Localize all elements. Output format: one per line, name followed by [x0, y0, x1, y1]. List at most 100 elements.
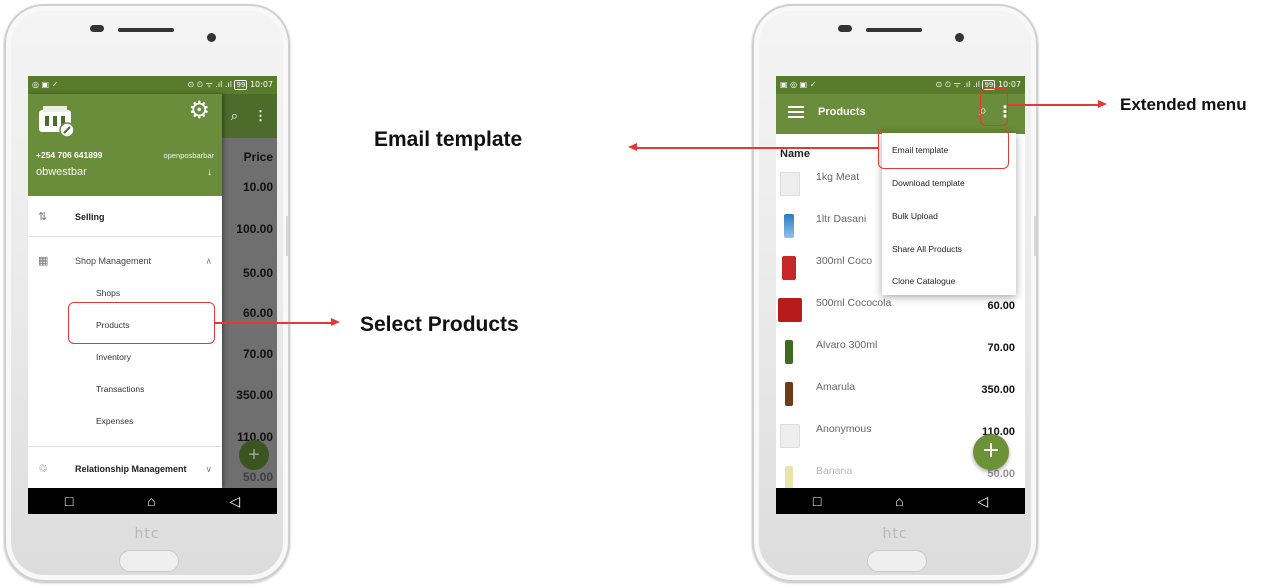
- menu-clone-catalogue[interactable]: Clone Catalogue: [892, 276, 955, 286]
- search-icon: ⌕: [230, 108, 238, 124]
- status-right: ⊙ ⏲ ᯤ .ıl .ıl 99 10:07: [936, 76, 1021, 94]
- annotation-arrow: [636, 147, 878, 149]
- hardware-home-key: [119, 550, 179, 572]
- shop-switch-arrow-icon[interactable]: ↓: [207, 167, 212, 178]
- left-phone-frame: ◎ ▣ ✓ ⊙ ⏲ ᯤ .ıl .ıl 99 10:07 ⌕ ⋮ Price 1…: [4, 4, 290, 582]
- name-column-header: Name: [780, 148, 810, 160]
- submenu-inventory[interactable]: Inventory: [96, 352, 131, 362]
- list-item[interactable]: 500ml Cococola 60.00: [776, 290, 1025, 330]
- submenu-transactions[interactable]: Transactions: [96, 384, 144, 394]
- left-phone-screen: ◎ ▣ ✓ ⊙ ⏲ ᯤ .ıl .ıl 99 10:07 ⌕ ⋮ Price 1…: [28, 76, 277, 514]
- product-name: Anonymous: [816, 423, 872, 435]
- price-cell: 10.00: [242, 180, 273, 194]
- drawer-header: ⚙ +254 706 641899 openposbarbar obwestba…: [28, 94, 222, 196]
- user-phone-number: +254 706 641899: [36, 150, 103, 160]
- status-left-icons: ▣ ◎ ▣ ✓: [780, 80, 817, 89]
- selling-swap-icon: ⇅: [38, 210, 48, 223]
- banana-thumbnail: [785, 466, 793, 490]
- soda-crate-thumbnail: [778, 298, 802, 322]
- more-button-highlight-box: [980, 88, 1008, 126]
- price-cell: 50.00: [242, 266, 273, 280]
- hamburger-menu-icon[interactable]: [788, 106, 804, 118]
- product-name: Amarula: [816, 381, 856, 393]
- product-thumbnail-placeholder: [780, 424, 800, 448]
- htc-brand-logo: htc: [882, 526, 908, 542]
- divider: [28, 446, 222, 447]
- product-price: 350.00: [981, 384, 1015, 396]
- proximity-sensor: [838, 25, 852, 32]
- menu-item-shop-management[interactable]: ▦ Shop Management ∧: [28, 250, 222, 272]
- annotation-arrow: [1008, 104, 1101, 106]
- product-name: 1ltr Dasani: [816, 213, 867, 225]
- water-bottle-thumbnail: [784, 214, 794, 238]
- status-bar: ◎ ▣ ✓ ⊙ ⏲ ᯤ .ıl .ıl 99 10:07: [28, 76, 277, 94]
- menu-item-label: Shop Management: [75, 256, 152, 266]
- product-name: 1kg Meat: [816, 171, 860, 183]
- battery-icon: 99: [234, 80, 248, 90]
- menu-bulk-upload[interactable]: Bulk Upload: [892, 211, 938, 221]
- account-tag: openposbarbar: [163, 151, 214, 160]
- submenu-expenses[interactable]: Expenses: [96, 416, 133, 426]
- more-vert-icon: ⋮: [254, 108, 267, 123]
- product-thumbnail-placeholder: [780, 172, 800, 196]
- price-cell: 100.00: [236, 222, 273, 236]
- menu-item-label: Relationship Management: [75, 464, 187, 474]
- list-item[interactable]: Alvaro 300ml 70.00: [776, 332, 1025, 372]
- menu-share-all-products[interactable]: Share All Products: [892, 244, 962, 254]
- page-title: Products: [818, 106, 866, 118]
- system-nav-bar: □ ⌂ ◁: [776, 488, 1025, 514]
- front-camera: [955, 33, 964, 42]
- shop-name: obwestbar: [36, 166, 87, 178]
- submenu-shops[interactable]: Shops: [96, 288, 120, 298]
- status-right-icons: ⊙ ⏲ ᯤ .ıl .ıl: [935, 80, 980, 89]
- product-name: 500ml Cococola: [816, 297, 892, 309]
- bottle-thumbnail: [785, 382, 793, 406]
- product-price: 70.00: [987, 342, 1015, 354]
- front-camera: [207, 33, 216, 42]
- back-triangle-icon[interactable]: ◁: [977, 493, 988, 510]
- navigation-drawer: ⚙ +254 706 641899 openposbarbar obwestba…: [28, 94, 222, 488]
- store-icon: ▦: [38, 254, 49, 267]
- product-price: 60.00: [987, 300, 1015, 312]
- divider: [28, 236, 222, 237]
- home-icon[interactable]: ⌂: [895, 493, 903, 509]
- product-name: Banana: [816, 465, 853, 477]
- menu-item-selling[interactable]: ⇅ Selling: [28, 206, 222, 228]
- arrow-head-icon: [331, 318, 340, 326]
- product-name: 300ml Coco: [816, 255, 873, 267]
- proximity-sensor: [90, 25, 104, 32]
- recents-square-icon[interactable]: □: [65, 493, 73, 509]
- recents-square-icon[interactable]: □: [813, 493, 821, 509]
- status-right: ⊙ ⏲ ᯤ .ıl .ıl 99 10:07: [188, 76, 273, 94]
- back-triangle-icon[interactable]: ◁: [229, 493, 240, 510]
- add-product-fab[interactable]: +: [973, 434, 1009, 470]
- price-cell: 350.00: [236, 388, 273, 402]
- arrow-head-icon: [1098, 100, 1107, 108]
- extended-menu-label: Extended menu: [1120, 95, 1247, 114]
- annotation-arrow: [215, 322, 333, 324]
- add-product-fab-dimmed: +: [239, 440, 269, 470]
- soda-bottle-thumbnail: [782, 256, 796, 280]
- home-icon[interactable]: ⌂: [147, 493, 155, 509]
- side-button: [286, 216, 288, 256]
- settings-gear-icon[interactable]: ⚙: [188, 96, 210, 124]
- list-item[interactable]: Amarula 350.00: [776, 374, 1025, 414]
- price-cell: 70.00: [242, 347, 273, 361]
- email-template-label: Email template: [374, 128, 523, 151]
- status-left-icons: ◎ ▣ ✓: [32, 80, 59, 89]
- arrow-head-icon: [628, 143, 637, 151]
- email-template-highlight-box: [878, 129, 1009, 169]
- bottle-thumbnail: [785, 340, 793, 364]
- menu-item-relationship-management[interactable]: ♲ Relationship Management ∨: [28, 458, 222, 480]
- hardware-home-key: [867, 550, 927, 572]
- product-name: Alvaro 300ml: [816, 339, 878, 351]
- chevron-down-icon: ∨: [205, 464, 212, 474]
- products-highlight-box: [68, 302, 215, 344]
- system-nav-bar: □ ⌂ ◁: [28, 488, 277, 514]
- handshake-icon: ♲: [38, 462, 48, 475]
- price-cell: 50.00: [242, 470, 273, 484]
- menu-download-template[interactable]: Download template: [892, 178, 965, 188]
- earpiece-speaker: [118, 28, 174, 32]
- chevron-up-icon: ∧: [205, 256, 212, 266]
- shop-logo-icon: [39, 106, 75, 138]
